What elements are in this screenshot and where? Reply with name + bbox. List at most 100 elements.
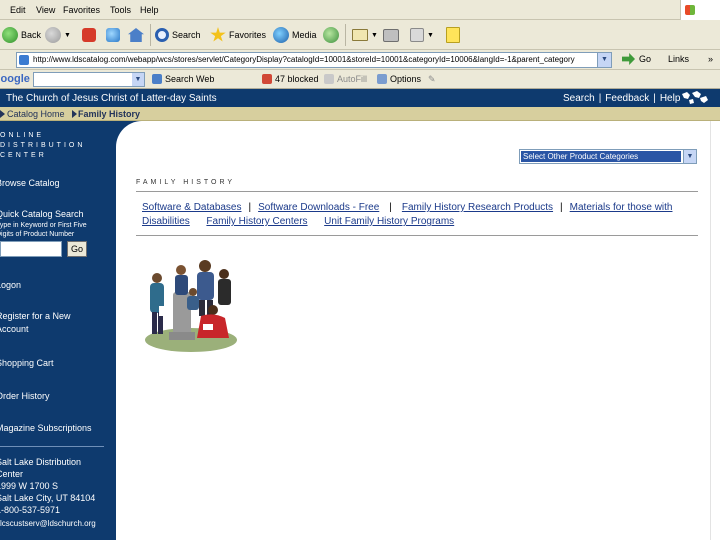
popup-blocked-icon (262, 74, 272, 84)
sidebar-item-browse-catalog[interactable]: Browse Catalog (0, 178, 60, 189)
link-software-downloads[interactable]: Software Downloads - Free (258, 202, 379, 213)
sidebar-item-magazine-subscriptions[interactable]: Magazine Subscriptions (0, 423, 92, 434)
breadcrumb: Catalog Home Family History (0, 107, 720, 121)
corner-curve (116, 121, 142, 147)
chevron-down-icon[interactable]: ▼ (597, 53, 611, 67)
google-search-input[interactable]: ▼ (33, 72, 145, 87)
note-icon (446, 27, 460, 43)
popup-blocker-button[interactable]: 47 blocked (262, 74, 319, 84)
chevron-down-icon: ▼ (371, 31, 378, 39)
menu-edit[interactable]: Edit (10, 5, 26, 15)
product-category-select[interactable]: Select Other Product Categories ▼ (519, 149, 697, 164)
quick-search-input[interactable] (0, 241, 62, 257)
contact-address-line: Salt Lake City, UT 84104 (0, 493, 96, 503)
mail-icon (352, 29, 368, 41)
options-button[interactable]: Options (377, 74, 421, 84)
forward-arrow-icon (45, 27, 61, 43)
menu-tools[interactable]: Tools (110, 5, 131, 15)
chevron-down-icon[interactable]: ▼ (132, 73, 144, 86)
address-input[interactable]: http://www.ldscatalog.com/webapp/wcs/sto… (16, 52, 612, 68)
google-logo[interactable]: Google (0, 73, 30, 85)
link-separator: | (248, 202, 252, 213)
page-icon (19, 55, 29, 65)
quick-search-go-button[interactable]: Go (67, 241, 87, 257)
contact-address-line: Center (0, 469, 24, 479)
notes-button[interactable] (446, 25, 460, 45)
autofill-button[interactable]: AutoFill (324, 74, 367, 84)
contact-address-line: Salt Lake Distribution (0, 457, 82, 467)
sidebar-item-register[interactable]: Register for a New (0, 311, 71, 322)
header-links: Search | Feedback | Help (563, 93, 680, 104)
favorites-label: Favorites (229, 30, 267, 40)
favorites-star-icon (210, 27, 226, 42)
chevron-down-icon[interactable]: ▼ (683, 150, 696, 163)
address-url: http://www.ldscatalog.com/webapp/wcs/sto… (33, 55, 575, 64)
header-link-feedback[interactable]: Feedback (605, 93, 649, 104)
link-materials-disabilities[interactable]: Materials for those with (570, 202, 673, 213)
blocked-count: 47 blocked (275, 74, 319, 84)
search-web-button[interactable]: Search Web (152, 74, 214, 84)
link-materials-disabilities-cont[interactable]: Disabilities (142, 216, 190, 227)
mail-button[interactable]: ▼ (352, 25, 378, 45)
media-icon (273, 27, 289, 43)
chevron-right-icon[interactable]: » (708, 54, 713, 64)
breadcrumb-arrow-icon (72, 110, 77, 118)
options-icon (377, 74, 387, 84)
stop-icon (82, 28, 96, 42)
refresh-button[interactable] (106, 25, 120, 45)
link-family-history-centers[interactable]: Family History Centers (206, 216, 307, 227)
section-divider (136, 191, 698, 192)
brand-line: DISTRIBUTION (0, 142, 86, 149)
header-link-help[interactable]: Help (660, 93, 681, 104)
link-software-databases[interactable]: Software & Databases (142, 202, 242, 213)
quick-search-hint: Type in Keyword or First Five (0, 222, 87, 229)
link-unit-programs[interactable]: Unit Family History Programs (324, 216, 454, 227)
link-research-products[interactable]: Family History Research Products (402, 202, 553, 213)
pencil-icon: ✎ (428, 74, 436, 84)
history-button[interactable] (323, 25, 339, 45)
favorites-button[interactable]: Favorites (210, 25, 266, 45)
print-button[interactable] (383, 25, 399, 45)
link-spacer: | (314, 216, 318, 227)
main-content: Select Other Product Categories ▼ FAMILY… (116, 121, 720, 540)
go-button[interactable]: Go (622, 53, 651, 65)
sidebar-item-register-cont[interactable]: Account (0, 324, 29, 335)
category-links-row: Disabilities | Family History Centers | Unit… (142, 216, 454, 227)
sidebar-item-logon[interactable]: Logon (0, 280, 21, 291)
contact-address-line: 1999 W 1700 S (0, 481, 59, 491)
autofill-label: AutoFill (337, 74, 368, 84)
media-label: Media (292, 30, 317, 40)
back-button[interactable]: Back ▼ (2, 25, 51, 45)
edit-button[interactable]: ▼ (410, 25, 434, 45)
site-header: The Church of Jesus Christ of Latter-day… (0, 89, 720, 107)
address-bar: http://www.ldscatalog.com/webapp/wcs/sto… (0, 50, 720, 70)
header-link-separator: | (653, 93, 656, 104)
forward-button[interactable]: ▼ (45, 25, 71, 45)
sidebar-item-order-history[interactable]: Order History (0, 391, 50, 402)
stop-button[interactable] (82, 25, 96, 45)
menu-view[interactable]: View (36, 5, 55, 15)
sidebar-item-shopping-cart[interactable]: Shopping Cart (0, 358, 54, 369)
media-button[interactable]: Media (273, 25, 317, 45)
section-divider (136, 235, 698, 236)
home-button[interactable] (128, 25, 144, 45)
link-separator: | (560, 202, 563, 213)
category-links-row: Software & Databases | Software Downloads … (142, 202, 672, 213)
autofill-icon (324, 74, 334, 84)
chevron-down-icon: ▼ (64, 31, 71, 39)
breadcrumb-catalog-home[interactable]: Catalog Home (7, 109, 65, 119)
contact-email-link[interactable]: slcscustserv@ldschurch.org (0, 518, 96, 529)
menu-help[interactable]: Help (140, 5, 159, 15)
print-icon (383, 28, 399, 42)
category-select-value: Select Other Product Categories (521, 151, 681, 162)
search-label: Search (172, 30, 201, 40)
search-button[interactable]: Search (155, 25, 201, 45)
links-label[interactable]: Links (668, 54, 689, 64)
family-cemetery-photo (143, 254, 237, 354)
highlight-button[interactable]: ✎ (428, 74, 436, 85)
toolbar-separator (345, 24, 346, 46)
site-title[interactable]: The Church of Jesus Christ of Latter-day… (6, 93, 217, 104)
brand-line: CENTER (0, 152, 47, 159)
menu-favorites[interactable]: Favorites (63, 5, 100, 15)
header-link-search[interactable]: Search (563, 93, 595, 104)
